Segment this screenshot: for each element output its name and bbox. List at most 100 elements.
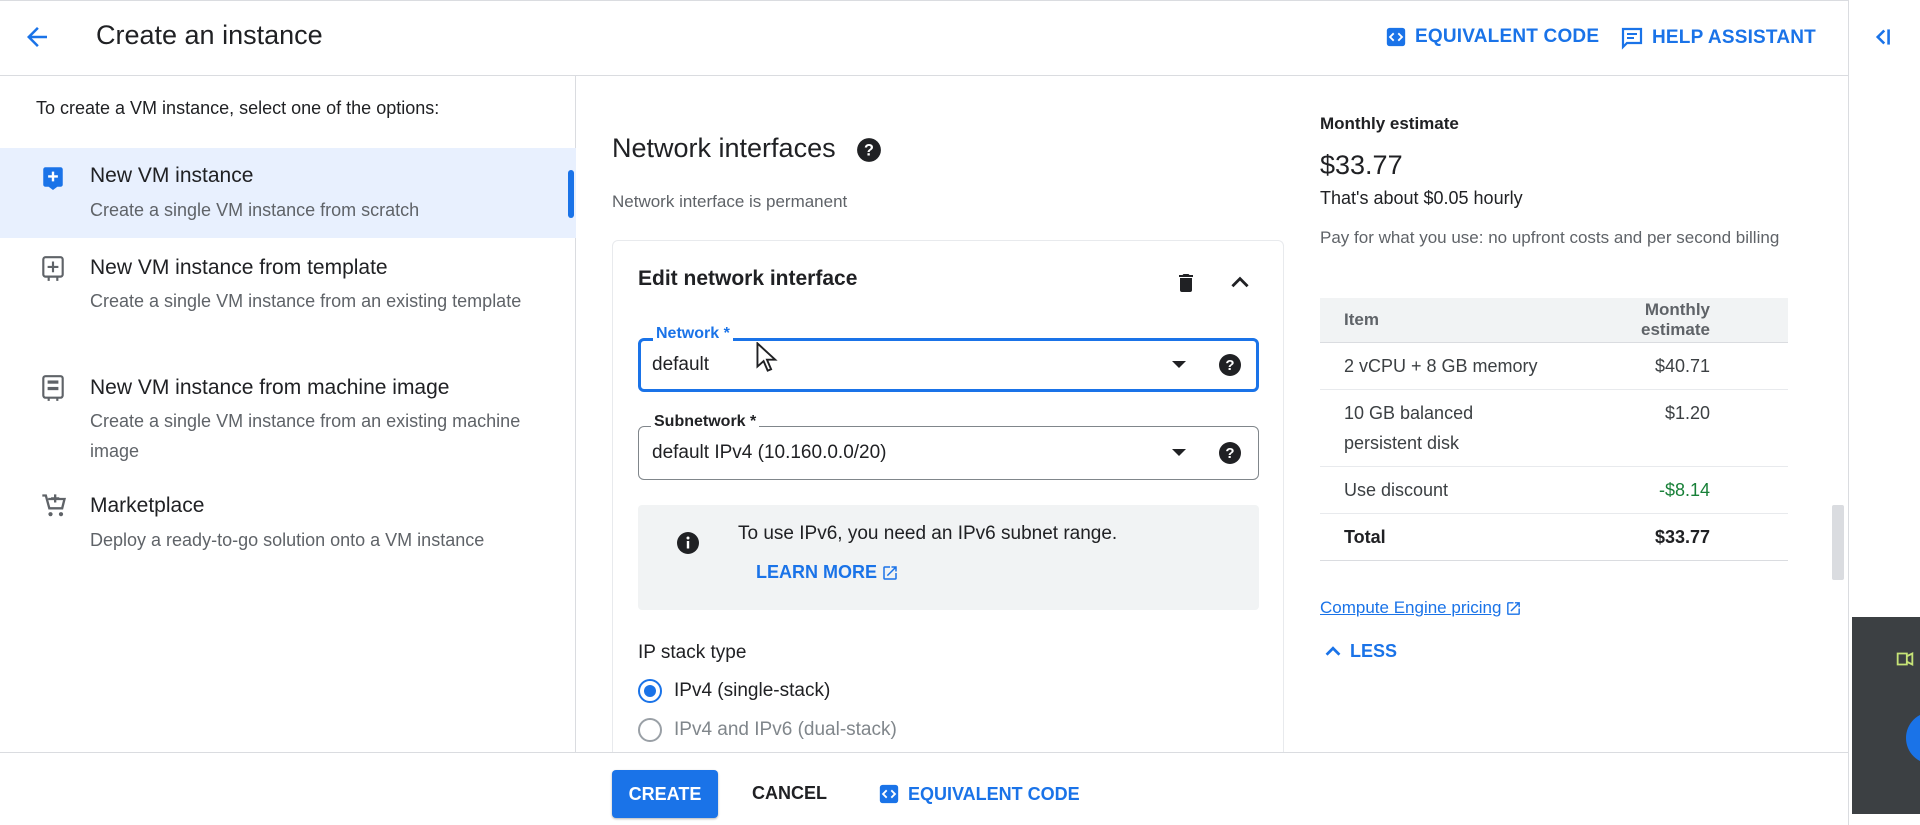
option-title: New VM instance from machine image <box>90 376 450 399</box>
network-help-button[interactable]: ? <box>1218 353 1242 377</box>
cost-cell: $33.77 <box>1580 513 1788 561</box>
radio-ipv4-ipv6-dual[interactable]: IPv4 and IPv6 (dual-stack) <box>638 718 897 742</box>
external-link-icon <box>1507 601 1521 615</box>
code-icon <box>1386 27 1406 47</box>
item-cell: 2 vCPU + 8 GB memory <box>1320 342 1580 390</box>
section-help-button[interactable]: ? <box>856 137 882 163</box>
cost-cell: -$8.14 <box>1580 466 1788 514</box>
item-cell: Total <box>1320 513 1580 561</box>
radio-unchecked-icon <box>638 718 662 742</box>
subnetwork-value: default IPv4 (10.160.0.0/20) <box>652 442 887 463</box>
dropdown-arrow-icon <box>1172 361 1186 368</box>
arrow-back-icon <box>27 27 47 47</box>
selection-indicator <box>568 170 574 218</box>
add-box-icon <box>43 167 63 190</box>
ipv6-info-text: To use IPv6, you need an IPv6 subnet ran… <box>738 523 1118 544</box>
chevron-up-icon <box>1325 646 1341 656</box>
create-button[interactable]: CREATE <box>612 770 718 818</box>
estimate-heading: Monthly estimate <box>1320 114 1459 133</box>
cost-cell: $40.71 <box>1580 342 1788 390</box>
info-icon <box>677 532 699 554</box>
option-new-vm-from-machine-image[interactable]: New VM instance from machine image Creat… <box>0 360 576 470</box>
code-icon <box>879 784 899 804</box>
equivalent-code-button[interactable]: EQUIVALENT CODE <box>1385 26 1599 48</box>
table-header-row: Item Monthly estimate <box>1320 298 1788 343</box>
page-title: Create an instance <box>96 20 323 50</box>
machine-image-icon <box>42 375 64 401</box>
table-row-total: Total $33.77 <box>1320 513 1788 561</box>
feedback-icon <box>1621 27 1643 50</box>
collapse-left-icon <box>1875 29 1890 45</box>
less-button[interactable]: LESS <box>1322 640 1397 662</box>
table-row: 2 vCPU + 8 GB memory $40.71 <box>1320 342 1788 390</box>
subnetwork-label: Subnetwork * <box>651 413 760 431</box>
network-select[interactable]: Network * default ? <box>638 325 1259 392</box>
help-icon: ? <box>1219 442 1241 464</box>
collapse-panel-button[interactable] <box>1868 24 1894 50</box>
radio-label: IPv4 (single-stack) <box>674 680 831 701</box>
footer-equivalent-code-label: EQUIVALENT CODE <box>908 783 1080 804</box>
option-description: Deploy a ready-to-go solution onto a VM … <box>90 530 485 550</box>
option-new-vm-from-template[interactable]: New VM instance from template Create a s… <box>0 240 576 350</box>
top-divider <box>0 0 1848 1</box>
collapse-card-button[interactable] <box>1226 270 1254 296</box>
cost-cell: $1.20 <box>1580 389 1788 467</box>
learn-more-link[interactable]: LEARN MORE <box>756 562 899 583</box>
options-intro: To create a VM instance, select one of t… <box>36 98 440 118</box>
cart-icon <box>42 494 66 517</box>
option-title: New VM instance from template <box>90 256 388 279</box>
radio-label: IPv4 and IPv6 (dual-stack) <box>674 719 897 740</box>
option-new-vm-instance[interactable]: New VM instance Create a single VM insta… <box>0 148 576 238</box>
help-assistant-label: HELP ASSISTANT <box>1652 27 1816 48</box>
card-title: Edit network interface <box>638 267 858 290</box>
external-link-icon <box>883 565 897 580</box>
cancel-button[interactable]: CANCEL <box>752 783 827 804</box>
chevron-up-icon <box>1231 276 1249 288</box>
dropdown-arrow-icon <box>1172 449 1186 456</box>
ipv6-info-box <box>638 505 1259 610</box>
compute-engine-pricing-link[interactable]: Compute Engine pricing <box>1320 598 1522 618</box>
option-description: Create a single VM instance from an exis… <box>90 411 521 461</box>
subnetwork-select[interactable]: Subnetwork * default IPv4 (10.160.0.0/20… <box>638 413 1259 480</box>
ip-stack-label: IP stack type <box>638 642 747 663</box>
add-template-icon <box>42 256 64 281</box>
estimate-table: Item Monthly estimate 2 vCPU + 8 GB memo… <box>1320 298 1788 561</box>
section-subtitle: Network interface is permanent <box>612 192 848 211</box>
estimate-hourly: That's about $0.05 hourly <box>1320 188 1523 208</box>
estimate-total: $33.77 <box>1320 150 1403 180</box>
widget-icon <box>1896 652 1914 666</box>
option-marketplace[interactable]: Marketplace Deploy a ready-to-go solutio… <box>0 480 576 560</box>
equivalent-code-label: EQUIVALENT CODE <box>1415 26 1600 47</box>
help-assistant-button[interactable]: HELP ASSISTANT <box>1620 26 1816 50</box>
pricing-link-label: Compute Engine pricing <box>1320 598 1502 617</box>
learn-more-label: LEARN MORE <box>756 562 877 582</box>
item-cell: 10 GB balanced persistent disk <box>1320 389 1580 467</box>
section-title: Network interfaces <box>612 133 836 163</box>
footer-equivalent-code-button[interactable]: EQUIVALENT CODE <box>878 783 1080 805</box>
table-row: 10 GB balanced persistent disk $1.20 <box>1320 389 1788 467</box>
option-title: Marketplace <box>90 494 205 517</box>
subnetwork-help-button[interactable]: ? <box>1218 441 1242 465</box>
svg-text:?: ? <box>864 141 874 159</box>
side-widget[interactable] <box>1852 617 1920 814</box>
option-description: Create a single VM instance from an exis… <box>90 291 522 311</box>
help-icon: ? <box>1219 354 1241 376</box>
network-label: Network * <box>653 325 733 343</box>
help-icon: ? <box>857 138 881 162</box>
column-header-cost: Monthly estimate <box>1580 298 1788 343</box>
column-header-item: Item <box>1320 298 1580 343</box>
less-label: LESS <box>1350 640 1398 661</box>
scrollbar-thumb[interactable] <box>1832 505 1844 580</box>
option-title: New VM instance <box>90 164 254 187</box>
option-description: Create a single VM instance from scratch <box>90 200 420 220</box>
radio-ipv4-single[interactable]: IPv4 (single-stack) <box>638 679 830 703</box>
network-value: default <box>652 354 710 375</box>
table-row: Use discount -$8.14 <box>1320 466 1788 514</box>
svg-text:?: ? <box>1225 445 1234 462</box>
item-cell: Use discount <box>1320 466 1580 514</box>
back-button[interactable] <box>22 22 62 54</box>
delete-icon <box>1179 274 1193 292</box>
delete-interface-button[interactable] <box>1174 270 1198 296</box>
mouse-cursor-icon <box>756 342 778 372</box>
radio-checked-icon <box>638 679 662 703</box>
